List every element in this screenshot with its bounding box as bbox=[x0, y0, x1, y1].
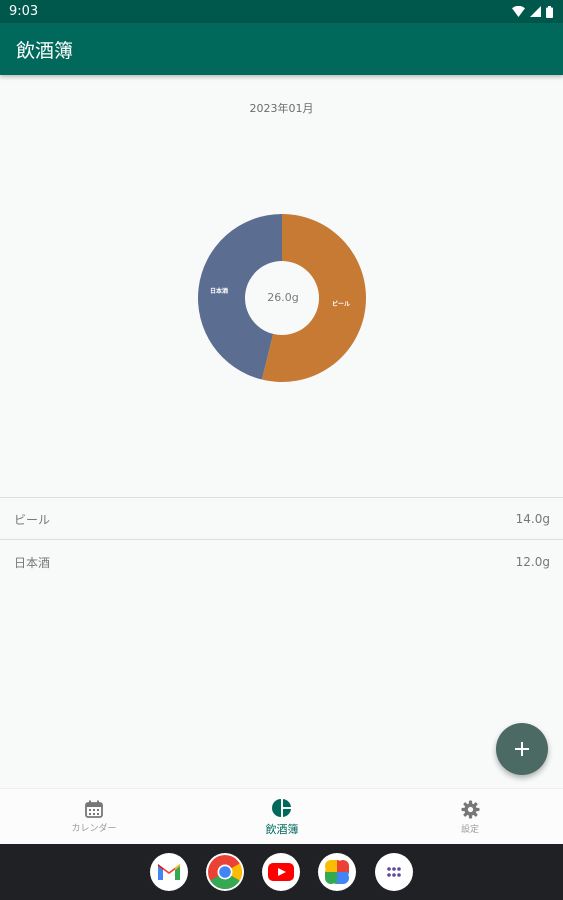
list-item-name: 日本酒 bbox=[14, 555, 51, 570]
list-item-name: ビール bbox=[14, 512, 51, 527]
gmail-app[interactable] bbox=[150, 853, 188, 891]
list-item-amount: 12.0g bbox=[515, 555, 550, 569]
battery-icon bbox=[546, 5, 553, 18]
nav-drinking-log[interactable]: 飲酒簿 bbox=[188, 789, 376, 845]
photos-app[interactable] bbox=[318, 853, 356, 891]
add-button[interactable] bbox=[496, 723, 548, 775]
signal-icon bbox=[530, 6, 541, 17]
app-bar: 飲酒簿 bbox=[0, 23, 563, 75]
chrome-app[interactable] bbox=[206, 853, 244, 891]
list-item[interactable]: 日本酒 12.0g bbox=[0, 542, 563, 582]
plus-icon bbox=[515, 742, 529, 756]
status-bar: 9:03 bbox=[0, 0, 563, 23]
gear-icon bbox=[460, 799, 480, 819]
wifi-icon bbox=[512, 6, 525, 17]
donut-center-total: 26.0g bbox=[267, 290, 299, 304]
app-dock bbox=[0, 844, 563, 900]
nav-settings-label: 設定 bbox=[460, 824, 479, 835]
nav-settings[interactable]: 設定 bbox=[376, 789, 563, 845]
nav-drinking-log-label: 飲酒簿 bbox=[265, 822, 299, 836]
slice-label-sake: 日本酒 bbox=[210, 288, 229, 295]
nav-calendar-label: カレンダー bbox=[71, 824, 117, 834]
app-drawer[interactable] bbox=[375, 853, 413, 891]
month-label: 2023年01月 bbox=[249, 102, 314, 115]
status-icons bbox=[512, 5, 553, 18]
calendar-icon bbox=[85, 800, 103, 818]
nav-calendar[interactable]: カレンダー bbox=[0, 789, 188, 845]
photos-icon bbox=[325, 860, 349, 884]
list-item[interactable]: ビール 14.0g bbox=[0, 499, 563, 539]
chrome-icon bbox=[208, 855, 242, 889]
slice-label-beer: ビール bbox=[332, 301, 351, 308]
bottom-navigation: カレンダー 飲酒簿 設定 bbox=[0, 788, 563, 844]
list-item-amount: 14.0g bbox=[515, 512, 550, 526]
status-time: 9:03 bbox=[9, 4, 39, 19]
app-title: 飲酒簿 bbox=[16, 39, 74, 62]
youtube-icon bbox=[268, 863, 294, 881]
app-drawer-icon bbox=[387, 867, 401, 877]
youtube-app[interactable] bbox=[262, 853, 300, 891]
gmail-icon bbox=[158, 864, 180, 880]
divider bbox=[0, 539, 563, 540]
divider bbox=[0, 497, 563, 498]
pie-chart-icon bbox=[272, 798, 291, 817]
